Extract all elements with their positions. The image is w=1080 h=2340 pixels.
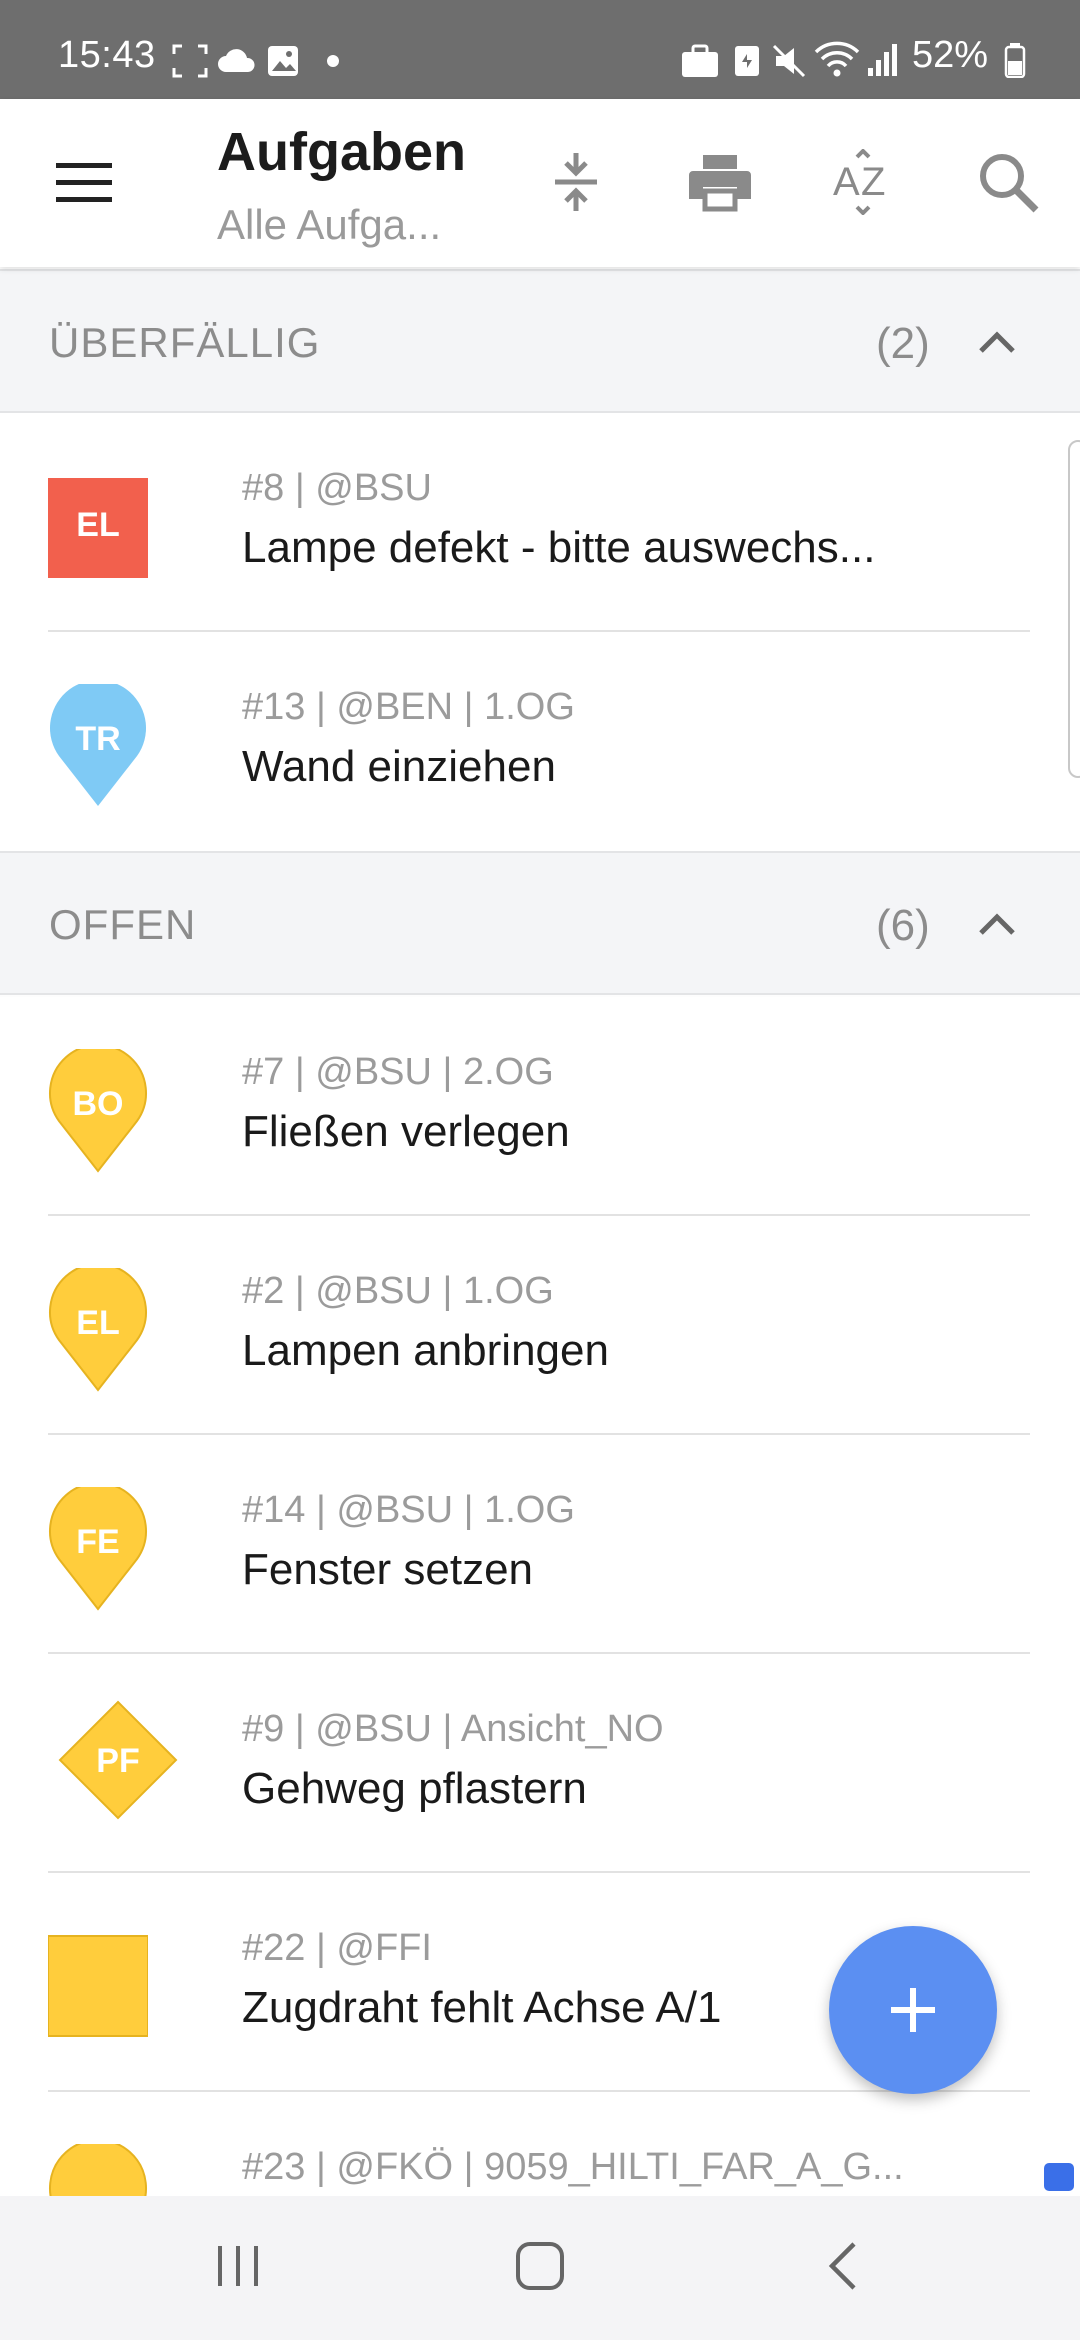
plus-icon — [891, 1988, 935, 2032]
app-bar: Aufgaben Alle Aufga... A Z — [0, 99, 1080, 267]
marker-pin-icon: FE — [49, 1487, 147, 1611]
task-meta: #2 | @BSU | 1.OG — [242, 1270, 554, 1312]
add-task-button[interactable] — [829, 1926, 997, 2094]
section-header-open[interactable]: OFFEN (6) — [0, 851, 1080, 995]
marker-pin-icon: TR — [50, 684, 146, 806]
task-row[interactable]: EL #8 | @BSU Lampe defekt - bitte auswec… — [0, 413, 1080, 632]
sort-az-icon[interactable]: A Z — [831, 149, 897, 215]
task-meta: #7 | @BSU | 2.OG — [242, 1051, 554, 1093]
task-row[interactable]: BO #7 | @BSU | 2.OG Fließen verlegen — [0, 997, 1080, 1216]
task-row[interactable]: FE #14 | @BSU | 1.OG Fenster setzen — [0, 1435, 1080, 1654]
task-title: Lampen anbringen — [242, 1326, 609, 1375]
task-title: Wand einziehen — [242, 742, 556, 791]
dot-icon — [327, 55, 339, 67]
svg-text:Z: Z — [861, 160, 885, 204]
section-count: (2) — [876, 319, 930, 368]
vpn-icon — [735, 46, 759, 76]
task-row[interactable]: PF #9 | @BSU | Ansicht_NO Gehweg pflaste… — [0, 1654, 1080, 1873]
marker-square-icon — [48, 1935, 148, 2037]
marker-pin-icon: BO — [49, 1049, 147, 1173]
signal-icon — [868, 44, 897, 76]
task-title: Zugdraht fehlt Achse A/1 — [242, 1983, 722, 2032]
task-meta: #22 | @FFI — [242, 1927, 432, 1969]
gallery-icon — [268, 46, 298, 76]
task-title: Gehweg pflastern — [242, 1764, 587, 1813]
home-icon[interactable] — [514, 2240, 566, 2292]
task-row[interactable]: TR #13 | @BEN | 1.OG Wand einziehen — [0, 632, 1080, 851]
task-title: Fließen verlegen — [242, 1107, 570, 1156]
task-meta: #9 | @BSU | Ansicht_NO — [242, 1708, 664, 1750]
status-bar: 15:43 52% — [0, 0, 1080, 99]
scroll-indicator[interactable] — [1068, 440, 1080, 778]
briefcase-icon — [682, 44, 718, 77]
task-meta: #14 | @BSU | 1.OG — [242, 1489, 575, 1531]
collapse-icon[interactable] — [543, 149, 609, 215]
menu-icon[interactable] — [52, 161, 116, 205]
task-title: Fenster setzen — [242, 1545, 534, 1594]
section-label: OFFEN — [49, 901, 197, 948]
filter-subtitle[interactable]: Alle Aufga... — [217, 201, 441, 249]
briefcase-badge-icon — [1044, 2163, 1074, 2191]
marker-badge: FE — [76, 1523, 119, 1561]
marker-badge: TR — [75, 720, 120, 758]
chevron-up-icon[interactable] — [975, 903, 1019, 947]
marker-badge: EL — [76, 506, 119, 544]
cloud-icon — [218, 49, 255, 72]
search-icon[interactable] — [975, 149, 1041, 215]
marker-pin-icon: EL — [49, 1268, 147, 1392]
screenshot-icon — [172, 44, 208, 78]
task-meta: #23 | @FKÖ | 9059_HILTI_FAR_A_G... — [242, 2146, 904, 2188]
wifi-icon — [814, 41, 860, 77]
marker-square-icon: EL — [48, 478, 148, 578]
section-header-overdue[interactable]: ÜBERFÄLLIG (2) — [0, 269, 1080, 413]
task-meta: #13 | @BEN | 1.OG — [242, 686, 575, 728]
marker-diamond-icon: PF — [58, 1700, 178, 1820]
battery-percent: 52% — [912, 34, 989, 76]
system-nav-bar — [0, 2196, 1080, 2340]
mute-icon — [772, 44, 806, 78]
battery-icon — [1004, 43, 1026, 78]
status-time: 15:43 — [58, 34, 156, 76]
svg-text:A: A — [833, 160, 860, 204]
marker-badge: BO — [73, 1085, 124, 1123]
task-row[interactable]: EL #2 | @BSU | 1.OG Lampen anbringen — [0, 1216, 1080, 1435]
back-icon[interactable] — [824, 2240, 864, 2292]
recent-apps-icon[interactable] — [212, 2240, 264, 2290]
section-label: ÜBERFÄLLIG — [49, 319, 321, 366]
page-title: Aufgaben — [217, 122, 466, 182]
chevron-up-icon[interactable] — [975, 321, 1019, 365]
section-count: (6) — [876, 901, 930, 950]
marker-badge: EL — [76, 1304, 119, 1342]
print-icon[interactable] — [687, 149, 753, 215]
task-meta: #8 | @BSU — [242, 467, 432, 509]
task-title: Lampe defekt - bitte auswechs... — [242, 523, 876, 572]
marker-badge: PF — [96, 1742, 139, 1780]
